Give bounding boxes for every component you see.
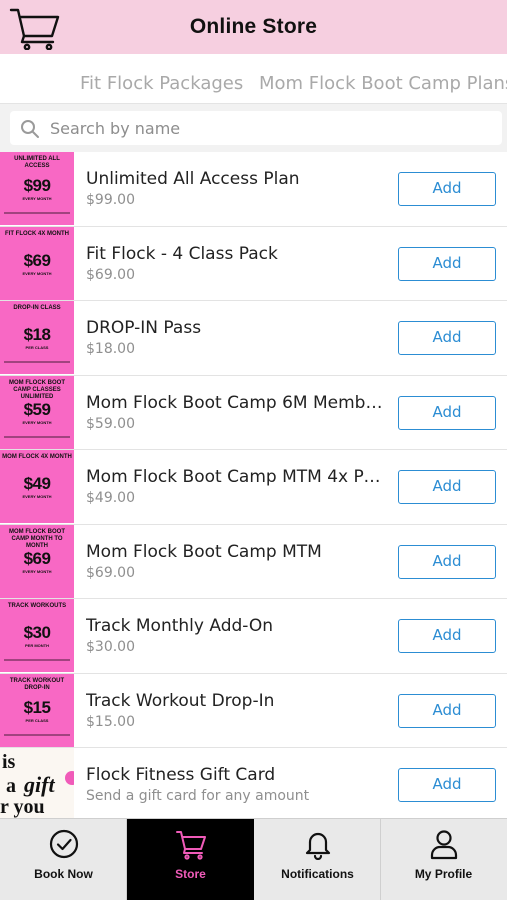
product-name: Unlimited All Access Plan	[86, 169, 300, 189]
add-button[interactable]: Add	[398, 395, 496, 430]
add-button[interactable]: Add	[398, 246, 496, 281]
product-price: $15.00	[86, 713, 135, 730]
product-name: Mom Flock Boot Camp MTM 4x Pu...	[86, 467, 386, 487]
svg-text:r you: r you	[0, 796, 45, 818]
add-button[interactable]: Add	[398, 470, 496, 504]
nav-book-now[interactable]: Book Now	[0, 819, 127, 900]
list-item-mom-flock-mtm-4x[interactable]: Mom Flock 4x Month $49 Every Month Mom F…	[0, 450, 507, 525]
product-name: Track Workout Drop-In	[86, 690, 275, 711]
product-name: Track Monthly Add-On	[86, 616, 274, 636]
product-price: $18.00	[86, 341, 135, 357]
product-thumbnail: Mom Flock Boot Camp Month to Month $69 E…	[0, 524, 74, 598]
nav-my-profile[interactable]: My Profile	[380, 819, 507, 900]
nav-label: Store	[175, 867, 206, 881]
product-name: Mom Flock Boot Camp 6M Membe...	[86, 392, 386, 413]
product-thumbnail: Drop-In Class $18 Per Class	[0, 301, 74, 374]
product-thumbnail: Fit Flock 4x Month $69 Every Month	[0, 226, 74, 300]
product-price: $69.00	[86, 266, 135, 283]
nav-label: My Profile	[414, 867, 473, 881]
product-description: Send a gift card for any amount	[86, 788, 310, 804]
list-item-drop-in-pass[interactable]: Drop-In Class $18 Per Class DROP-IN Pass…	[0, 301, 507, 376]
product-name: DROP-IN Pass	[86, 318, 202, 338]
nav-notifications[interactable]: Notifications	[254, 819, 381, 900]
product-name: Fit Flock - 4 Class Pack	[86, 243, 278, 264]
add-button[interactable]: Add	[398, 544, 496, 579]
cart-icon	[176, 831, 206, 860]
search-bar	[0, 104, 507, 152]
nav-store[interactable]: Store	[127, 819, 254, 900]
search-input[interactable]	[50, 113, 490, 143]
svg-text:is: is	[2, 751, 16, 773]
search-icon	[20, 119, 40, 139]
bell-icon	[305, 832, 331, 860]
svg-text:gift: gift	[23, 772, 55, 797]
add-button[interactable]: Add	[398, 172, 496, 206]
list-item-mom-flock-mtm[interactable]: Mom Flock Boot Camp Month to Month $69 E…	[0, 524, 507, 599]
product-price: $99.00	[86, 192, 135, 208]
tab-fit-flock-packages[interactable]: Fit Flock Packages	[80, 54, 243, 103]
add-button[interactable]: Add	[398, 768, 496, 802]
add-button[interactable]: Add	[398, 619, 496, 653]
product-price: $69.00	[86, 564, 135, 581]
product-name: Flock Fitness Gift Card	[86, 765, 276, 785]
product-thumbnail: Track Workouts $30 Per Month	[0, 599, 74, 672]
bottom-nav: Book Now Store Notifications My Profile	[0, 818, 507, 900]
search-field	[10, 111, 502, 145]
user-icon	[430, 830, 458, 860]
list-item-track-monthly-add-on[interactable]: Track Workouts $30 Per Month Track Month…	[0, 599, 507, 674]
product-thumbnail: Mom Flock Boot Camp Classes Unlimited $5…	[0, 375, 74, 449]
gift-card-thumbnail: is gift a r you	[0, 748, 74, 818]
app-header: Online Store	[0, 0, 507, 54]
product-name: Mom Flock Boot Camp MTM	[86, 541, 322, 562]
nav-label: Notifications	[281, 867, 354, 881]
category-tabs: Fit Flock Packages Mom Flock Boot Camp P…	[0, 54, 507, 104]
page-title: Online Store	[189, 15, 318, 38]
list-item-fit-flock-4-class-pack[interactable]: Fit Flock 4x Month $69 Every Month Fit F…	[0, 226, 507, 301]
list-item-gift-card[interactable]: is gift a r you Flock Fitness Gift Card …	[0, 748, 507, 818]
product-list: Unlimited All Access $99 Every Month Unl…	[0, 152, 507, 818]
add-button[interactable]: Add	[398, 693, 496, 728]
list-item-track-workout-drop-in[interactable]: Track Workout Drop-In $15 Per Class Trac…	[0, 673, 507, 748]
add-button[interactable]: Add	[398, 321, 496, 355]
tab-mom-flock-boot-camp-plans[interactable]: Mom Flock Boot Camp Plans/P	[259, 54, 507, 103]
svg-text:a: a	[6, 775, 16, 797]
product-thumbnail: Track Workout Drop-In $15 Per Class	[0, 673, 74, 747]
product-price: $59.00	[86, 415, 135, 432]
list-item-unlimited-all-access[interactable]: Unlimited All Access $99 Every Month Unl…	[0, 152, 507, 227]
product-price: $49.00	[86, 490, 135, 506]
check-circle-icon	[49, 829, 79, 859]
product-price: $30.00	[86, 639, 135, 655]
gift-card-image: is gift a r you	[0, 748, 74, 818]
list-item-mom-flock-6m-membership[interactable]: Mom Flock Boot Camp Classes Unlimited $5…	[0, 375, 507, 450]
nav-label: Book Now	[34, 867, 93, 881]
product-thumbnail: Unlimited All Access $99 Every Month	[0, 152, 74, 225]
product-thumbnail: Mom Flock 4x Month $49 Every Month	[0, 450, 74, 523]
